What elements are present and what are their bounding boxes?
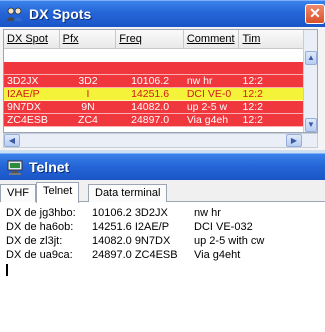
tab-vhf[interactable]: VHF: [0, 184, 36, 202]
grid-header: DX Spot Pfx Freq Comment Tim: [4, 30, 317, 49]
computer-icon: [6, 160, 24, 175]
dx-spot-cell: [4, 49, 60, 61]
comment-cell: Via g4eh: [186, 114, 229, 126]
dx-spot-cell: [4, 62, 60, 74]
grid-body: 3D2JX 3D2 10106.2 nw hr 12:2 I2AE/P I 14251.6 DC…: [4, 49, 317, 127]
text-cursor: [6, 264, 8, 276]
table-row[interactable]: ZC4ESB ZC4 24897.0 Via g4eh 12:2: [4, 114, 317, 127]
comment-text: DCI VE-032: [194, 221, 253, 233]
scroll-up-icon[interactable]: ▲: [305, 51, 317, 65]
column-header-freq[interactable]: Freq: [116, 30, 184, 48]
pfx-cell: ZC4: [78, 114, 98, 126]
comment-text: Via g4eht: [194, 249, 241, 261]
column-header-pfx[interactable]: Pfx: [60, 30, 117, 48]
telnet-window: Telnet VHF Telnet Data terminal DX de jg…: [0, 153, 325, 332]
freq-cell: 14082.0: [131, 101, 170, 113]
pfx-cell: [60, 62, 117, 74]
freq-cell: 10106.2: [131, 75, 170, 87]
terminal-line: DX de ua9ca: 24897.0 ZC4ESB Via g4eht: [6, 248, 319, 262]
column-header-comment[interactable]: Comment: [184, 30, 240, 48]
freq-call-text: 14251.6 I2AE/P: [92, 221, 170, 233]
table-row[interactable]: 9N7DX 9N 14082.0 up 2-5 w 12:2: [4, 101, 317, 114]
spotter-text: DX de ha6ob:: [6, 221, 74, 233]
terminal-line: DX de zl3jt: 14082.0 9N7DX up 2-5 with cw: [6, 234, 319, 248]
freq-call-text: 24897.0 ZC4ESB: [92, 249, 178, 261]
dx-spot-cell: 9N7DX: [7, 101, 41, 113]
telnet-tabs: VHF Telnet Data terminal: [0, 182, 325, 203]
freq-call-text: 10106.2 3D2JX: [92, 207, 168, 219]
dx-spots-titlebar[interactable]: DX Spots ✕: [0, 0, 325, 27]
tab-data-terminal[interactable]: Data terminal: [88, 184, 168, 202]
comment-cell: up 2-5 w: [186, 101, 228, 113]
dx-spot-cell: 3D2JX: [7, 75, 39, 87]
scroll-down-icon[interactable]: ▼: [305, 118, 317, 132]
telnet-titlebar[interactable]: Telnet: [0, 153, 325, 180]
spotter-text: DX de jg3hbo:: [6, 207, 76, 219]
freq-cell: [116, 62, 184, 74]
scroll-left-icon[interactable]: ◀: [4, 134, 20, 147]
close-button[interactable]: ✕: [305, 4, 325, 24]
pfx-cell: [60, 49, 117, 61]
terminal-lines: DX de jg3hbo: 10106.2 3D2JX nw hr DX de ha6…: [6, 206, 319, 262]
vertical-scrollbar[interactable]: ▲ ▼: [303, 30, 317, 132]
scroll-right-icon[interactable]: ▶: [286, 134, 302, 147]
freq-cell: 24897.0: [131, 114, 170, 126]
spotter-text: DX de ua9ca:: [6, 249, 73, 261]
freq-cell: 14251.6: [131, 88, 170, 100]
freq-call-text: 14082.0 9N7DX: [92, 235, 171, 247]
column-header-dx-spot[interactable]: DX Spot: [4, 30, 60, 48]
table-row[interactable]: I2AE/P I 14251.6 DCI VE-0 12:2: [4, 88, 317, 101]
spotter-text: DX de zl3jt:: [6, 235, 63, 247]
telnet-title: Telnet: [29, 159, 70, 175]
pfx-cell: I: [86, 88, 90, 100]
dx-spots-title: DX Spots: [29, 6, 92, 22]
comment-cell: [184, 62, 240, 74]
comment-cell: [184, 49, 240, 61]
table-row[interactable]: [4, 49, 317, 62]
dx-spot-cell: I2AE/P: [7, 88, 40, 100]
comment-cell: DCI VE-0: [186, 88, 232, 100]
dx-spots-grid: DX Spot Pfx Freq Comment Tim 3D2JX 3D2 101…: [3, 29, 318, 133]
terminal-line: DX de jg3hbo: 10106.2 3D2JX nw hr: [6, 206, 319, 220]
table-row[interactable]: [4, 62, 317, 75]
telnet-terminal[interactable]: DX de jg3hbo: 10106.2 3D2JX nw hr DX de ha6…: [0, 202, 325, 332]
pfx-cell: 3D2: [78, 75, 98, 87]
pfx-cell: 9N: [81, 101, 95, 113]
comment-text: up 2-5 with cw: [194, 235, 265, 247]
people-icon: [6, 7, 24, 22]
comment-text: nw hr: [194, 207, 221, 219]
table-row[interactable]: 3D2JX 3D2 10106.2 nw hr 12:2: [4, 75, 317, 88]
comment-cell: nw hr: [186, 75, 213, 87]
dx-spot-cell: ZC4ESB: [7, 114, 48, 126]
dx-spots-window: DX Spots ✕ DX Spot Pfx Freq Comment Tim …: [0, 0, 325, 150]
terminal-line: DX de ha6ob: 14251.6 I2AE/P DCI VE-032: [6, 220, 319, 234]
freq-cell: [116, 49, 184, 61]
tab-telnet[interactable]: Telnet: [36, 182, 80, 203]
horizontal-scrollbar[interactable]: ◀ ▶: [3, 133, 318, 148]
